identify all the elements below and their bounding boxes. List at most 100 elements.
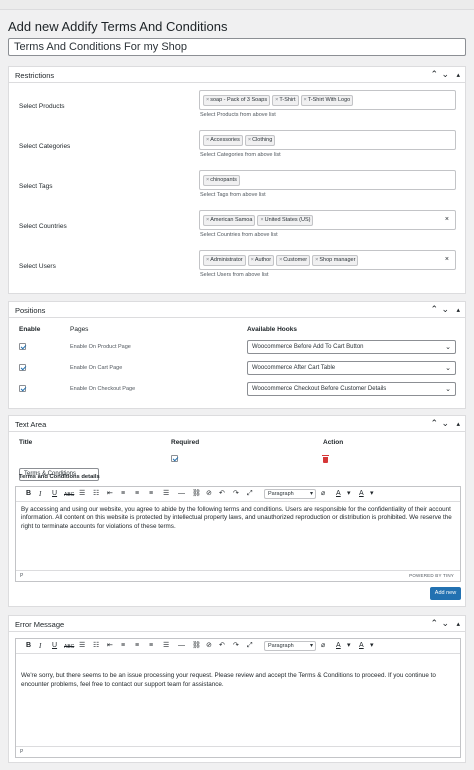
multiselect-field[interactable]: ×soap - Pack of 3 Soaps ×T-Shirt ×T-Shirt … [199, 90, 456, 110]
restrictions-panel-header[interactable]: Restrictions ⌃ ⌄ ▴ [9, 67, 465, 83]
outdent-icon[interactable]: ⇤ [107, 489, 113, 499]
remove-tag-icon[interactable]: × [315, 257, 318, 263]
link-icon[interactable]: ⛓ [192, 489, 201, 499]
bullet-list-icon[interactable]: ☰ [79, 641, 85, 651]
selected-tag[interactable]: ×T-Shirt With Logo [300, 95, 354, 106]
clear-format-icon[interactable]: ⌀ [321, 489, 325, 499]
selected-tag[interactable]: ×T-Shirt [272, 95, 299, 106]
hook-select[interactable]: Woocommerce Checkout Before Customer Det… [247, 382, 456, 396]
strikethrough-icon[interactable]: ABC [64, 490, 74, 500]
chevron-down-icon[interactable]: ⌄ [441, 618, 449, 629]
selected-tag[interactable]: ×United States (US) [257, 215, 314, 226]
clear-all-icon[interactable]: × [445, 216, 449, 223]
italic-icon[interactable]: I [39, 489, 41, 499]
align-justify-icon[interactable]: ☰ [163, 641, 169, 651]
remove-tag-icon[interactable]: × [304, 97, 307, 103]
enable-checkbox[interactable] [19, 343, 26, 350]
hook-select[interactable]: Woocommerce After Cart Table ⌄ [247, 361, 456, 375]
selected-tag[interactable]: ×Author [247, 255, 275, 266]
unlink-icon[interactable]: ⊘ [206, 489, 212, 499]
chevron-down-icon[interactable]: ▾ [370, 641, 374, 651]
fullscreen-icon[interactable]: ⤢ [247, 489, 253, 499]
terms-editor[interactable]: B I U ABC ☰ ☷ ⇤ ≡ ≡ ≡ ☰ — ⛓ ⊘ ↶ ↷ ⤢ Paragraph ▾ ⌀ A ▾ A ▾ By ac… [15, 486, 461, 582]
undo-icon[interactable]: ↶ [219, 489, 225, 499]
powered-by-tiny[interactable]: POWERED BY TINY [409, 573, 454, 578]
redo-icon[interactable]: ↷ [233, 641, 239, 651]
chevron-down-icon[interactable]: ⌄ [441, 418, 449, 429]
remove-tag-icon[interactable]: × [248, 137, 251, 143]
text-color-icon[interactable]: A [336, 489, 341, 499]
editor-content[interactable]: We're sorry, but there seems to be an is… [21, 671, 455, 689]
align-justify-icon[interactable]: ☰ [163, 489, 169, 499]
add-new-button[interactable]: Add new [430, 587, 461, 600]
chevron-down-icon[interactable]: ⌄ [441, 69, 449, 80]
remove-tag-icon[interactable]: × [275, 97, 278, 103]
highlight-color-icon[interactable]: A [359, 641, 364, 651]
error-editor[interactable]: B I U ABC ☰ ☷ ⇤ ≡ ≡ ≡ ☰ — ⛓ ⊘ ↶ ↷ ⤢ Paragraph ▾ ⌀ A ▾ A ▾ We're… [15, 638, 461, 758]
selected-tag[interactable]: ×Clothing [244, 135, 276, 146]
trash-icon[interactable] [322, 455, 329, 463]
align-left-icon[interactable]: ≡ [121, 489, 125, 499]
selected-tag[interactable]: ×Administrator [203, 255, 246, 266]
enable-checkbox[interactable] [19, 364, 26, 371]
text-color-icon[interactable]: A [336, 641, 341, 651]
fullscreen-icon[interactable]: ⤢ [247, 641, 253, 651]
selected-tag[interactable]: ×Shop manager [312, 255, 359, 266]
selected-tag[interactable]: ×soap - Pack of 3 Soaps [203, 95, 271, 106]
multiselect-field[interactable]: ×Accessories ×Clothing [199, 130, 456, 150]
triangle-toggle-icon[interactable]: ▴ [456, 419, 460, 430]
remove-tag-icon[interactable]: × [260, 217, 263, 223]
redo-icon[interactable]: ↷ [233, 489, 239, 499]
chevron-up-icon[interactable]: ⌃ [430, 69, 438, 80]
chevron-down-icon[interactable]: ▾ [370, 489, 374, 499]
chevron-up-icon[interactable]: ⌃ [430, 618, 438, 629]
remove-tag-icon[interactable]: × [279, 257, 282, 263]
multiselect-field[interactable]: ×chinopants [199, 170, 456, 190]
remove-tag-icon[interactable]: × [206, 177, 209, 183]
required-checkbox[interactable] [171, 455, 178, 462]
outdent-icon[interactable]: ⇤ [107, 641, 113, 651]
horizontal-rule-icon[interactable]: — [178, 641, 185, 651]
text-area-panel-header[interactable]: Text Area ⌃ ⌄ ▴ [9, 416, 465, 432]
numbered-list-icon[interactable]: ☷ [93, 641, 99, 651]
unlink-icon[interactable]: ⊘ [206, 641, 212, 651]
chevron-down-icon[interactable]: ▾ [347, 641, 351, 651]
clear-all-icon[interactable]: × [445, 256, 449, 263]
chevron-up-icon[interactable]: ⌃ [430, 418, 438, 429]
hook-select[interactable]: Woocommerce Before Add To Cart Button ⌄ [247, 340, 456, 354]
underline-icon[interactable]: U [52, 641, 57, 651]
remove-tag-icon[interactable]: × [206, 257, 209, 263]
align-right-icon[interactable]: ≡ [149, 489, 153, 499]
editor-content[interactable]: By accessing and using our website, you … [21, 506, 455, 531]
multiselect-field[interactable]: ×American Samoa ×United States (US) × [199, 210, 456, 230]
rule-name-input[interactable]: Terms And Conditions For my Shop [8, 38, 466, 56]
bold-icon[interactable]: B [26, 489, 31, 499]
undo-icon[interactable]: ↶ [219, 641, 225, 651]
align-left-icon[interactable]: ≡ [121, 641, 125, 651]
align-center-icon[interactable]: ≡ [135, 489, 139, 499]
clear-format-icon[interactable]: ⌀ [321, 641, 325, 651]
selected-tag[interactable]: ×chinopants [203, 175, 240, 186]
horizontal-rule-icon[interactable]: — [178, 489, 185, 499]
remove-tag-icon[interactable]: × [206, 137, 209, 143]
bullet-list-icon[interactable]: ☰ [79, 489, 85, 499]
triangle-toggle-icon[interactable]: ▴ [456, 619, 460, 630]
triangle-toggle-icon[interactable]: ▴ [456, 70, 460, 81]
format-select[interactable]: Paragraph ▾ [264, 489, 316, 499]
error-message-panel-header[interactable]: Error Message ⌃ ⌄ ▴ [9, 616, 465, 632]
enable-checkbox[interactable] [19, 385, 26, 392]
triangle-toggle-icon[interactable]: ▴ [456, 305, 460, 316]
strikethrough-icon[interactable]: ABC [64, 642, 74, 652]
highlight-color-icon[interactable]: A [359, 489, 364, 499]
selected-tag[interactable]: ×Accessories [203, 135, 243, 146]
multiselect-field[interactable]: ×Administrator ×Author ×Customer ×Shop mana… [199, 250, 456, 270]
link-icon[interactable]: ⛓ [192, 641, 201, 651]
positions-panel-header[interactable]: Positions ⌃ ⌄ ▴ [9, 302, 465, 318]
italic-icon[interactable]: I [39, 641, 41, 651]
selected-tag[interactable]: ×Customer [276, 255, 311, 266]
remove-tag-icon[interactable]: × [251, 257, 254, 263]
numbered-list-icon[interactable]: ☷ [93, 489, 99, 499]
chevron-down-icon[interactable]: ▾ [347, 489, 351, 499]
align-center-icon[interactable]: ≡ [135, 641, 139, 651]
chevron-down-icon[interactable]: ⌄ [441, 304, 449, 315]
